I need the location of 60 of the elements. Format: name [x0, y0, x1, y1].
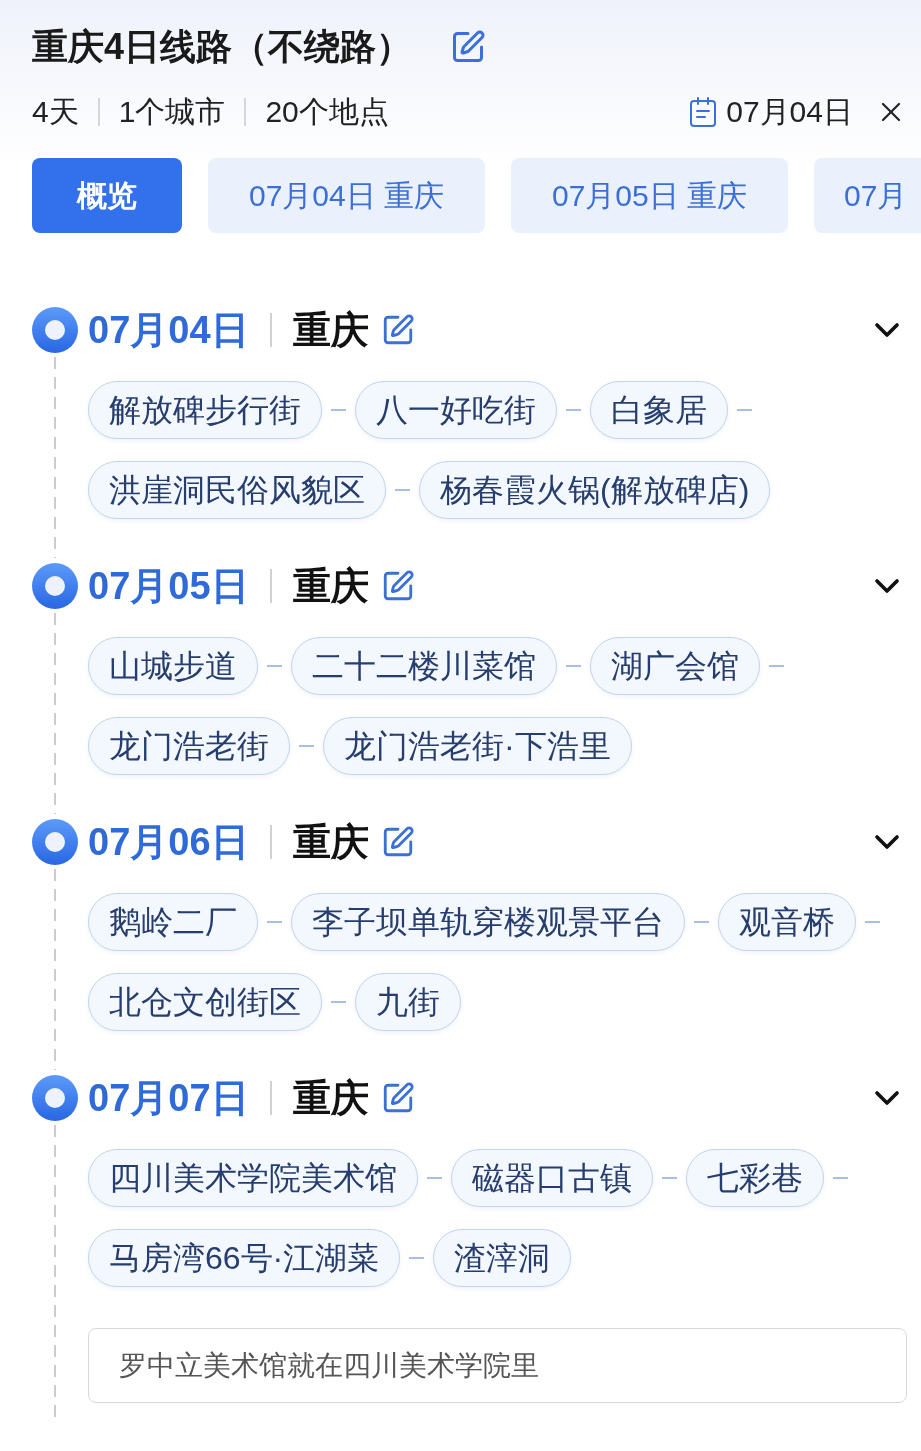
connector-line [331, 409, 346, 411]
place-chip[interactable]: 湖广会馆 [590, 637, 760, 695]
connector-line [694, 921, 709, 923]
connector-line [566, 409, 581, 411]
place-chip[interactable]: 山城步道 [88, 637, 258, 695]
place-chip[interactable]: 二十二楼川菜馆 [291, 637, 557, 695]
connector-line [662, 1177, 677, 1179]
place-chip[interactable]: 渣滓洞 [433, 1229, 572, 1287]
day-tab[interactable]: 概览 [32, 158, 182, 233]
place-chip[interactable]: 杨春霞火锅(解放碑店) [419, 461, 771, 519]
place-chip[interactable]: 白象居 [590, 381, 728, 439]
route-title: 重庆4日线路（不绕路） [32, 29, 413, 65]
day-tab[interactable]: 07月05日 重庆 [511, 158, 788, 233]
place-chip[interactable]: 马房湾66号·江湖菜 [88, 1229, 401, 1287]
day-tab[interactable]: 07月04日 重庆 [208, 158, 485, 233]
calendar-icon[interactable] [690, 97, 717, 127]
connector-line [427, 1177, 442, 1179]
connector-line [769, 665, 784, 667]
place-chip[interactable]: 解放碑步行街 [88, 381, 322, 439]
place-chip[interactable]: 李子坝单轨穿楼观景平台 [291, 893, 685, 951]
connector-line [395, 489, 410, 491]
trip-stat: 20个地点 [265, 97, 389, 127]
day-tab[interactable]: 07月 [814, 158, 921, 233]
connector-line [331, 1001, 346, 1003]
day-city: 重庆 [292, 567, 369, 605]
connector-line [267, 665, 282, 667]
day-city: 重庆 [292, 1079, 369, 1117]
day-date: 07月04日 [88, 311, 249, 349]
timeline-marker-icon [32, 1075, 78, 1121]
connector-line [833, 1177, 848, 1179]
trip-stat: 1个城市 [118, 97, 226, 127]
timeline-marker-icon [32, 563, 78, 609]
place-chip[interactable]: 四川美术学院美术馆 [88, 1149, 418, 1207]
place-chip[interactable]: 龙门浩老街 [88, 717, 290, 775]
place-chip[interactable]: 龙门浩老街·下浩里 [323, 717, 632, 775]
connector-line [737, 409, 752, 411]
day-note[interactable]: 罗中立美术馆就在四川美术学院里 [88, 1328, 907, 1403]
place-chip[interactable]: 北仓文创街区 [88, 973, 322, 1031]
edit-icon[interactable] [450, 29, 487, 65]
connector-line [865, 921, 880, 923]
connector-line [566, 665, 581, 667]
connector-line [267, 921, 282, 923]
day-date: 07月06日 [88, 823, 249, 861]
trip-stat: 4天 [32, 97, 79, 127]
timeline-marker-icon [32, 307, 78, 353]
place-chip[interactable]: 鹅岭二厂 [88, 893, 258, 951]
place-chip[interactable]: 九街 [355, 973, 461, 1031]
day-city: 重庆 [292, 311, 369, 349]
connector-line [409, 1257, 425, 1259]
day-date: 07月05日 [88, 567, 249, 605]
place-chip[interactable]: 八一好吃街 [355, 381, 557, 439]
place-chip[interactable]: 磁器口古镇 [451, 1149, 653, 1207]
place-chip[interactable]: 观音桥 [718, 893, 856, 951]
start-date[interactable]: 07月04日 [726, 97, 853, 127]
timeline-marker-icon [32, 819, 78, 865]
place-chip[interactable]: 七彩巷 [686, 1149, 824, 1207]
day-city: 重庆 [292, 823, 369, 861]
day-date: 07月07日 [88, 1079, 249, 1117]
place-chip[interactable]: 洪崖洞民俗风貌区 [88, 461, 386, 519]
connector-line [299, 745, 314, 747]
